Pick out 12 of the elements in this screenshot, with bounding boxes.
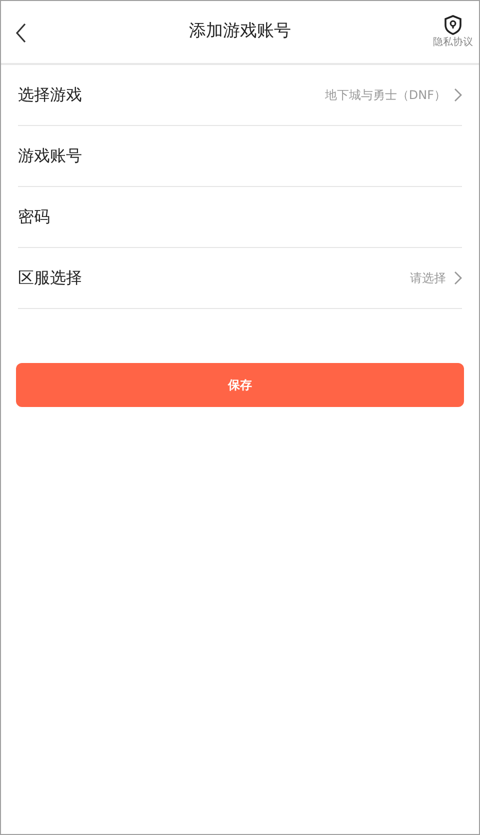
field-label: 区服选择 [18, 267, 82, 289]
save-button[interactable]: 保存 [16, 363, 464, 407]
shield-icon [444, 15, 462, 35]
privacy-button[interactable]: 隐私协议 [433, 15, 473, 48]
select-field[interactable]: 请选择 [410, 269, 462, 287]
chevron-right-icon [454, 271, 462, 285]
chevron-right-icon [454, 88, 462, 102]
field-label: 密码 [18, 206, 50, 228]
field-label: 选择游戏 [18, 84, 82, 106]
page-title: 添加游戏账号 [189, 20, 291, 44]
field-label: 游戏账号 [18, 145, 82, 167]
select-field[interactable]: 地下城与勇士（DNF） [324, 86, 462, 104]
